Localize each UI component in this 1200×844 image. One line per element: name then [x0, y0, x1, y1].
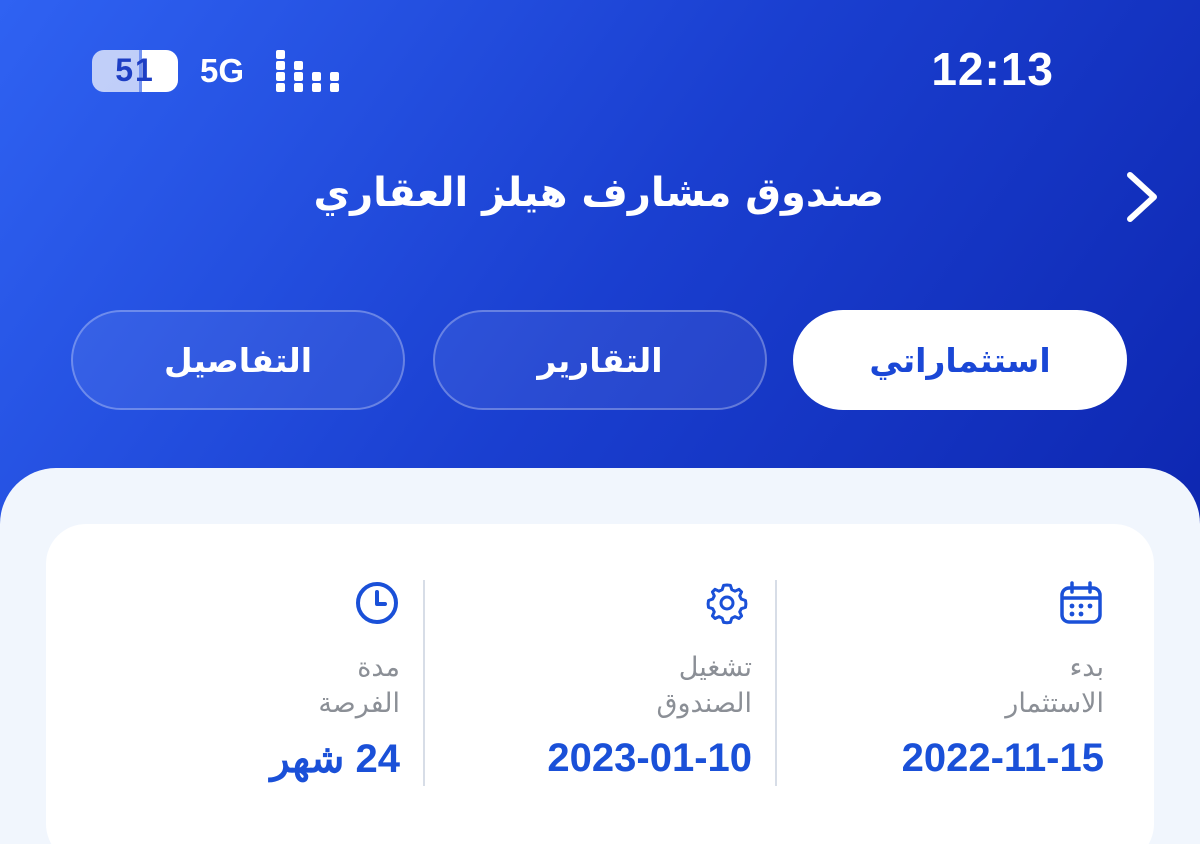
- info-item-opportunity-duration: مدة الفرصة 24 شهر: [100, 580, 400, 790]
- battery-icon: 51: [92, 50, 178, 92]
- gear-icon: [706, 583, 748, 625]
- chevron-right-icon: [1127, 172, 1157, 222]
- info-label: مدة الفرصة: [318, 652, 400, 719]
- info-value-start-date: 2022-11-15: [901, 736, 1104, 780]
- tab-details[interactable]: التفاصيل: [71, 310, 405, 410]
- status-bar: 51 5G 12:13: [0, 0, 1200, 140]
- info-item-fund-operation: تشغيل الصندوق 2023-01-10: [452, 580, 752, 790]
- back-button[interactable]: [1112, 162, 1172, 232]
- calendar-icon: [1060, 581, 1102, 624]
- tab-my-investments[interactable]: استثماراتي: [793, 310, 1127, 410]
- tab-reports[interactable]: التقارير: [433, 310, 767, 410]
- signal-icon: [276, 50, 340, 92]
- page-title: صندوق مشارف هيلز العقاري: [313, 170, 884, 216]
- status-time: 12:13: [931, 43, 1054, 95]
- info-card: بدء الاستثمار 2022-11-15 تشغيل الصندوق 2…: [46, 524, 1154, 844]
- clock-icon: [356, 582, 398, 624]
- segmented-tabs: استثماراتي التقارير التفاصيل: [0, 310, 1200, 412]
- info-value-duration: 24 شهر: [270, 737, 400, 781]
- nav-header: صندوق مشارف هيلز العقاري: [0, 150, 1200, 250]
- divider: [775, 580, 777, 786]
- battery-level: 51: [115, 52, 155, 88]
- info-item-investment-start: بدء الاستثمار 2022-11-15: [804, 580, 1104, 790]
- info-value-operation-date: 2023-01-10: [547, 736, 752, 780]
- info-label: بدء الاستثمار: [1005, 652, 1104, 719]
- info-label: تشغيل الصندوق: [656, 652, 752, 719]
- divider: [423, 580, 425, 786]
- network-type: 5G: [200, 52, 245, 89]
